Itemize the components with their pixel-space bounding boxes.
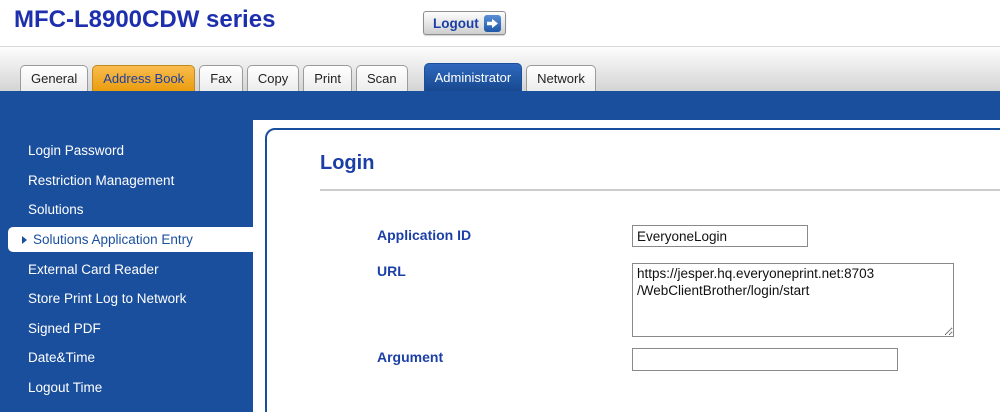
sidebar-item-external-card-reader[interactable]: External Card Reader	[0, 254, 253, 284]
heading-divider	[320, 189, 1000, 191]
tab-address-book[interactable]: Address Book	[92, 65, 195, 91]
tab-administrator[interactable]: Administrator	[424, 63, 523, 91]
tab-print[interactable]: Print	[303, 65, 352, 91]
tab-row: General Address Book Fax Copy Print Scan…	[20, 63, 596, 91]
url-label: URL	[377, 263, 406, 279]
selected-item-arrow-icon	[22, 236, 27, 244]
sidebar: Login Password Restriction Management So…	[0, 91, 253, 412]
argument-label: Argument	[377, 349, 443, 365]
tab-copy[interactable]: Copy	[247, 65, 299, 91]
sidebar-item-logout-time[interactable]: Logout Time	[0, 373, 253, 403]
argument-input[interactable]	[632, 348, 898, 371]
application-id-label: Application ID	[377, 227, 471, 243]
tab-general[interactable]: General	[20, 65, 88, 91]
sidebar-item-restriction-management[interactable]: Restriction Management	[0, 166, 253, 196]
content-panel: Login Application ID URL https://jesper.…	[265, 128, 1000, 412]
sidebar-item-date-time[interactable]: Date&Time	[0, 343, 253, 373]
main-area: Login Password Restriction Management So…	[0, 91, 1000, 412]
logout-label: Logout	[433, 16, 479, 31]
sidebar-item-store-print-log-to-network[interactable]: Store Print Log to Network	[0, 284, 253, 314]
sidebar-item-solutions-application-entry[interactable]: Solutions Application Entry	[8, 227, 253, 253]
tab-fax[interactable]: Fax	[199, 65, 243, 91]
header: MFC-L8900CDW series Logout	[0, 0, 1000, 47]
url-textarea[interactable]: https://jesper.hq.everyoneprint.net:8703…	[632, 263, 954, 337]
page-title: MFC-L8900CDW series	[14, 6, 275, 34]
tab-network[interactable]: Network	[526, 65, 596, 91]
brother-ews-page: MFC-L8900CDW series Logout General Addre…	[0, 0, 1000, 412]
sidebar-item-signed-pdf[interactable]: Signed PDF	[0, 314, 253, 344]
section-heading: Login	[320, 152, 374, 175]
logout-arrow-icon	[484, 15, 501, 32]
application-id-input[interactable]	[632, 225, 808, 247]
sidebar-item-label: Solutions Application Entry	[33, 232, 193, 247]
sidebar-menu: Login Password Restriction Management So…	[0, 136, 253, 402]
sidebar-item-login-password[interactable]: Login Password	[0, 136, 253, 166]
logout-button[interactable]: Logout	[423, 11, 506, 35]
tab-bar: General Address Book Fax Copy Print Scan…	[0, 47, 1000, 91]
tab-scan[interactable]: Scan	[356, 65, 408, 91]
sidebar-item-solutions[interactable]: Solutions	[0, 195, 253, 225]
